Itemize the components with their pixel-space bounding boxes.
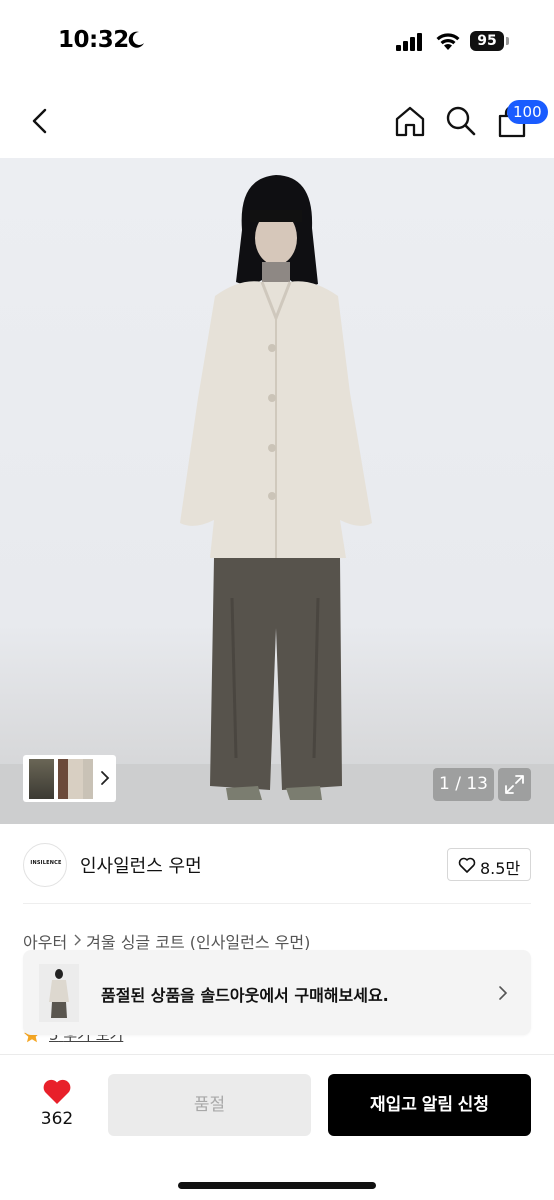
heart-filled-icon[interactable] (42, 1077, 72, 1105)
moon-icon (128, 31, 144, 48)
breadcrumb: 아우터 겨울 싱글 코트 (인사일런스 우먼) (23, 929, 310, 952)
product-image[interactable]: 1 / 13 (0, 158, 554, 824)
expand-button[interactable] (498, 768, 531, 801)
restock-alert-button[interactable]: 재입고 알림 신청 (328, 1074, 531, 1136)
heart-outline-icon (458, 857, 476, 873)
thumbnail-2[interactable] (58, 759, 83, 799)
brand-like-count: 8.5만 (480, 859, 521, 878)
battery-icon: 95 (470, 31, 510, 51)
status-bar: 10:32 95 (0, 0, 554, 84)
model-photo (180, 175, 372, 800)
image-counter: 1 / 13 (433, 768, 494, 801)
soldout-thumbnail (39, 964, 79, 1022)
brand-logo[interactable]: INSILENCE (23, 843, 67, 887)
signal-icon (396, 33, 422, 51)
nav-bar: 100 (0, 84, 554, 158)
back-icon[interactable] (26, 106, 54, 136)
chevron-right-icon (74, 934, 82, 945)
battery-level: 95 (470, 31, 504, 51)
bottom-action-bar: 362 품절 재입고 알림 신청 (0, 1054, 554, 1200)
soldout-banner[interactable]: 품절된 상품을 솔드아웃에서 구매해보세요. (23, 950, 531, 1035)
search-icon[interactable] (444, 104, 477, 137)
soldout-banner-text: 품절된 상품을 솔드아웃에서 구매해보세요. (101, 986, 389, 1005)
thumbnail-3[interactable] (83, 759, 93, 799)
chevron-right-icon[interactable] (99, 769, 111, 787)
divider (23, 903, 531, 904)
chevron-right-icon[interactable] (497, 984, 509, 1002)
thumbnail-strip[interactable] (23, 755, 116, 802)
brand-like-button[interactable]: 8.5만 (447, 848, 531, 881)
bag-count-badge[interactable]: 100 (507, 100, 548, 124)
home-indicator[interactable] (178, 1182, 376, 1189)
expand-icon (505, 775, 524, 794)
thumbnail-1[interactable] (29, 759, 54, 799)
battery-tip (506, 37, 509, 45)
home-icon[interactable] (393, 104, 427, 138)
brand-row[interactable]: INSILENCE 인사일런스 우먼 8.5만 (0, 824, 554, 904)
brand-name[interactable]: 인사일런스 우먼 (80, 852, 202, 878)
wifi-icon (436, 33, 460, 50)
status-time: 10:32 (58, 27, 129, 53)
wish-count: 362 (40, 1109, 74, 1129)
brand-logo-text: INSILENCE (30, 860, 62, 866)
soldout-button[interactable]: 품절 (108, 1074, 311, 1136)
